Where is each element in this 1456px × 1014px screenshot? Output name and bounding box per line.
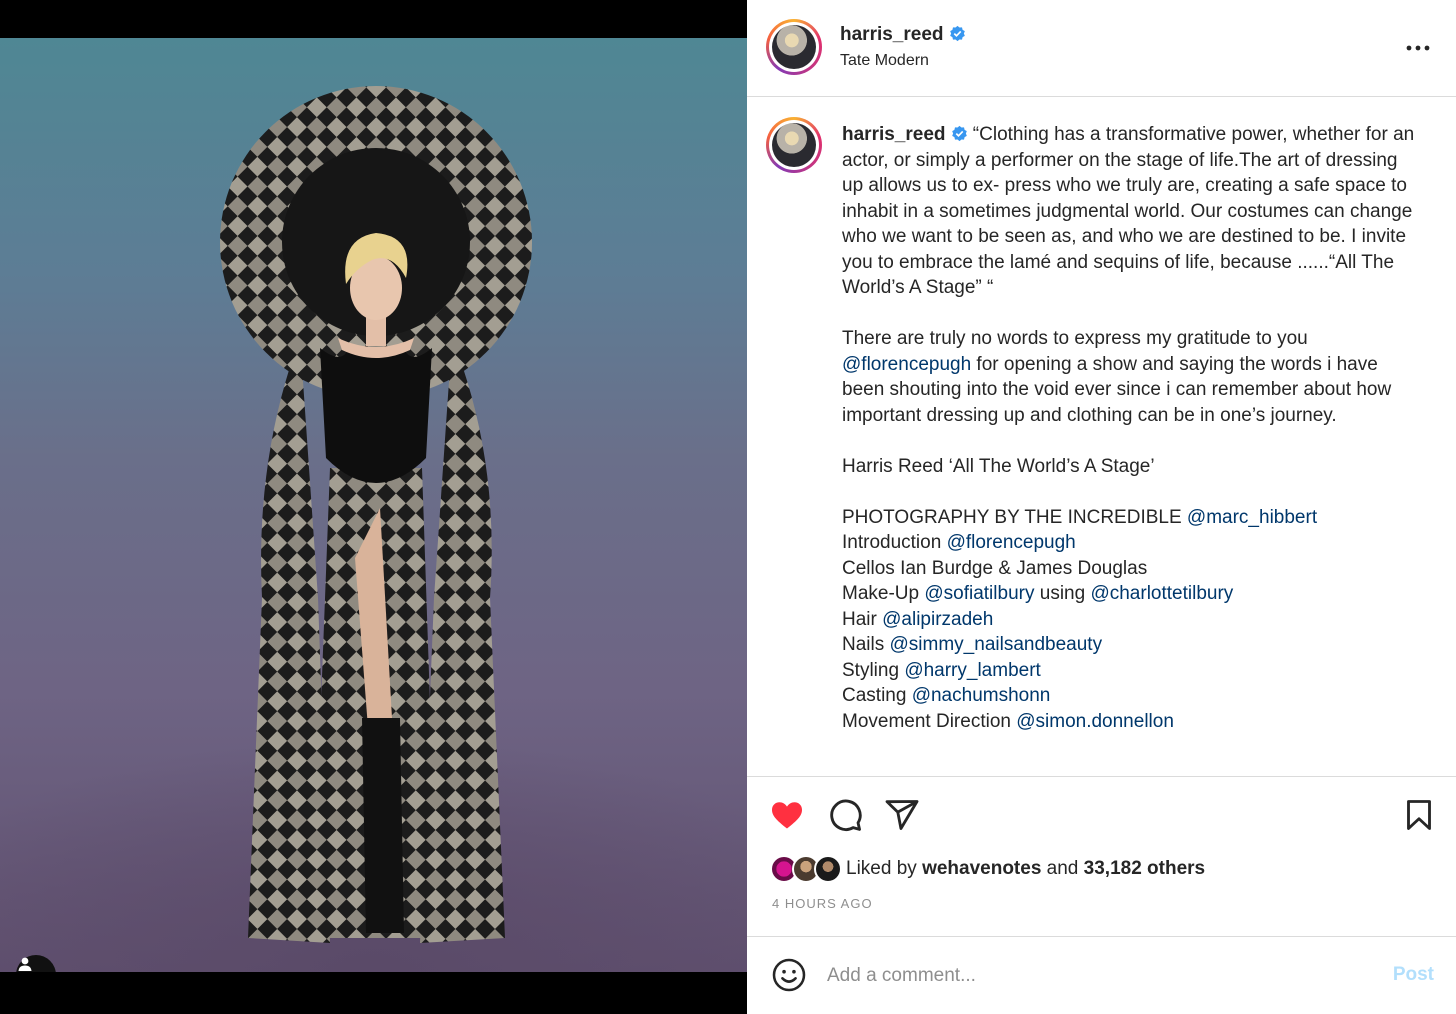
mention-link[interactable]: @simon.donnellon	[1016, 711, 1174, 732]
credit-line: Make-Up @sofiatilbury using @charlotteti…	[842, 583, 1234, 604]
credit-line: Introduction @florencepugh	[842, 532, 1076, 553]
post-timestamp[interactable]: 4 HOURS AGO	[772, 896, 873, 911]
verified-badge-icon	[949, 25, 965, 42]
mention-link[interactable]: @charlottetilbury	[1090, 583, 1233, 604]
caption-text: harris_reed “Clothing has a transformati…	[842, 122, 1417, 734]
bookmark-icon	[1407, 800, 1431, 830]
mention-link[interactable]: @marc_hibbert	[1187, 507, 1317, 528]
caption-username[interactable]: harris_reed	[842, 124, 946, 145]
actions-area: Liked by wehavenotes and 33,182 others 4…	[747, 776, 1456, 936]
header-username[interactable]: harris_reed	[840, 24, 966, 46]
caption-avatar[interactable]	[766, 117, 822, 173]
credit-line: Cellos Ian Burdge & James Douglas	[842, 557, 1148, 579]
caption-paragraph: Harris Reed ‘All The World’s A Stage’	[842, 455, 1155, 477]
avatar	[814, 855, 842, 883]
mention-link[interactable]: @florencepugh	[947, 532, 1076, 553]
verified-badge-icon	[951, 125, 967, 142]
credit-line: Movement Direction @simon.donnellon	[842, 710, 1174, 732]
caption-area: harris_reed “Clothing has a transformati…	[747, 98, 1456, 775]
liker-username[interactable]: wehavenotes	[922, 858, 1041, 880]
share-icon	[885, 800, 919, 830]
mention-link[interactable]: @florencepugh	[842, 354, 971, 375]
post-comment-button[interactable]: Post	[1393, 964, 1434, 986]
media-pane	[0, 0, 747, 1014]
mention-link[interactable]: @sofiatilbury	[924, 583, 1034, 604]
comment-input[interactable]	[827, 961, 1367, 991]
like-button[interactable]	[769, 797, 805, 833]
comment-button[interactable]	[827, 797, 863, 833]
mention-link[interactable]: @nachumshonn	[912, 685, 1051, 706]
credit-line: Styling @harry_lambert	[842, 659, 1041, 681]
user-tag-icon	[18, 957, 32, 971]
credit-line: Hair @alipirzadeh	[842, 608, 994, 630]
comment-icon	[830, 799, 862, 831]
likes-summary: Liked by wehavenotes and 33,182 others	[770, 855, 1205, 883]
comment-composer: Post	[747, 936, 1456, 1014]
emoji-button[interactable]	[771, 957, 807, 993]
save-button[interactable]	[1401, 797, 1437, 833]
more-options-button[interactable]	[1406, 36, 1430, 60]
credit-line: Casting @nachumshonn	[842, 685, 1051, 706]
caption-paragraph: There are truly no words to express my g…	[842, 328, 1392, 426]
heart-icon	[772, 802, 802, 829]
likes-count-link[interactable]: 33,182 others	[1084, 858, 1205, 880]
more-icon	[1406, 45, 1430, 51]
share-button[interactable]	[884, 797, 920, 833]
post-photo[interactable]	[0, 38, 747, 972]
credit-line: PHOTOGRAPHY BY THE INCREDIBLE @marc_hibb…	[842, 506, 1318, 528]
credit-line: Nails @simmy_nailsandbeauty	[842, 634, 1103, 655]
location-link[interactable]: Tate Modern	[840, 52, 929, 70]
photo-illustration	[0, 86, 747, 972]
emoji-icon	[772, 958, 806, 992]
caption-paragraph: “Clothing has a transformative power, wh…	[842, 124, 1415, 298]
liker-avatars[interactable]	[770, 855, 842, 883]
avatar[interactable]	[766, 19, 822, 75]
mention-link[interactable]: @harry_lambert	[904, 660, 1041, 681]
post-header: harris_reed Tate Modern	[747, 0, 1456, 97]
mention-link[interactable]: @alipirzadeh	[882, 609, 993, 630]
post-sidebar: harris_reed Tate Modern harris_reed “Clo…	[747, 0, 1456, 1014]
mention-link[interactable]: @simmy_nailsandbeauty	[890, 634, 1103, 655]
